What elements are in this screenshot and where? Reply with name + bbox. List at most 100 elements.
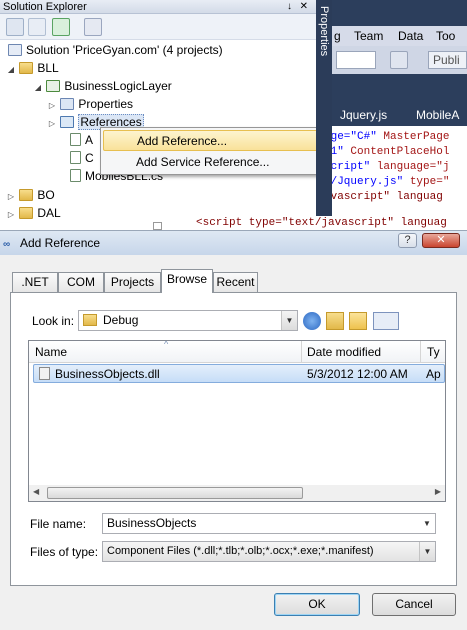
- tree-item-label: A: [85, 133, 94, 147]
- debug-icon[interactable]: [390, 51, 408, 69]
- cancel-button[interactable]: Cancel: [372, 593, 456, 616]
- tree-item-label: DAL: [37, 206, 61, 220]
- pin-icon[interactable]: ↓: [287, 0, 292, 14]
- code-view[interactable]: age="C#" MasterPage t1" ContentPlaceHol …: [332, 126, 467, 230]
- publish-button[interactable]: Publi: [428, 51, 467, 69]
- column-separator[interactable]: [301, 341, 302, 363]
- column-type[interactable]: Ty: [427, 345, 440, 359]
- file-name-label: File name:: [30, 517, 87, 531]
- look-in-combo[interactable]: Debug ▼: [78, 310, 298, 331]
- tree-item-file[interactable]: C: [70, 149, 94, 167]
- scroll-left-icon[interactable]: ◀: [33, 487, 39, 496]
- cs-file-icon: [70, 133, 81, 146]
- file-name-input[interactable]: BusinessObjects ▼: [102, 513, 436, 534]
- column-name[interactable]: Name: [35, 345, 67, 359]
- table-row[interactable]: BusinessObjects.dll 5/3/2012 12:00 AM Ap: [33, 364, 445, 383]
- refresh-icon[interactable]: [52, 18, 70, 36]
- file-name-cell: BusinessObjects.dll: [55, 367, 160, 381]
- tree-item-bll[interactable]: ◢ BLL: [6, 59, 59, 77]
- up-folder-icon[interactable]: [326, 312, 344, 330]
- code-line: t1" ContentPlaceHol: [332, 146, 450, 158]
- column-date-modified[interactable]: Date modified: [307, 345, 381, 359]
- properties-folder-icon: [60, 98, 75, 110]
- view-menu-icon[interactable]: [373, 312, 399, 330]
- tab-browse[interactable]: Browse: [161, 269, 213, 293]
- expand-icon[interactable]: ▷: [47, 115, 57, 133]
- horizontal-scrollbar[interactable]: ◀ ▶: [28, 485, 446, 502]
- dropdown-arrow-icon[interactable]: ▼: [419, 542, 435, 561]
- scroll-right-icon[interactable]: ▶: [435, 487, 441, 496]
- collapse-icon[interactable]: ◢: [33, 79, 43, 97]
- toolbar-combo[interactable]: [336, 51, 376, 69]
- file-type-cell: Ap: [426, 367, 441, 381]
- folder-icon: [19, 62, 34, 74]
- tab-recent[interactable]: Recent: [213, 272, 258, 292]
- references-icon: [60, 116, 75, 128]
- code-editor-area: g Team Data Too Publi Jquery.js MobileA …: [332, 0, 467, 230]
- code-line: age="C#" MasterPage: [332, 131, 450, 143]
- tree-item-bo[interactable]: ▷ BO: [6, 186, 55, 204]
- tab-com[interactable]: COM: [58, 272, 104, 292]
- sort-indicator-icon: ^: [164, 340, 169, 349]
- tree-item-properties[interactable]: ▷ Properties: [47, 95, 133, 113]
- tree-item-project[interactable]: ◢ BusinessLogicLayer: [33, 77, 172, 95]
- tree-item-label: BO: [37, 188, 55, 202]
- list-header: Name ^ Date modified Ty: [29, 340, 445, 363]
- dialog-titlebar: ∞ Add Reference ? ✕: [0, 231, 467, 255]
- document-tabs: Jquery.js MobileA: [332, 104, 467, 126]
- tab-mobile[interactable]: MobileA: [416, 108, 459, 122]
- column-separator[interactable]: [420, 341, 421, 363]
- cs-file-icon: [70, 169, 81, 182]
- tree-item-label: Properties: [78, 97, 134, 111]
- menu-item-add-service-reference[interactable]: Add Service Reference...: [103, 152, 319, 173]
- tree-item-solution[interactable]: Solution 'PriceGyan.com' (4 projects): [8, 41, 223, 59]
- look-in-label: Look in:: [32, 314, 75, 328]
- vs-logo-icon: ∞: [3, 239, 11, 250]
- class-diagram-icon[interactable]: [84, 18, 102, 36]
- look-in-value: Debug: [103, 313, 139, 327]
- file-list[interactable]: Name ^ Date modified Ty BusinessObjects.…: [28, 340, 446, 502]
- dialog-title: Add Reference: [20, 236, 101, 250]
- menu-item[interactable]: g: [334, 29, 341, 43]
- files-of-type-select[interactable]: Component Files (*.dll;*.tlb;*.olb;*.ocx…: [102, 541, 436, 562]
- menu-item-team[interactable]: Team: [354, 29, 383, 43]
- outline-toggle-icon[interactable]: [153, 222, 162, 230]
- dropdown-arrow-icon[interactable]: ▼: [281, 311, 297, 330]
- close-icon[interactable]: ✕: [300, 0, 308, 14]
- tab-jquery[interactable]: Jquery.js: [340, 108, 387, 122]
- expand-icon[interactable]: ▷: [6, 206, 16, 224]
- tree-item-label: BLL: [37, 61, 59, 75]
- menu-item-add-reference[interactable]: Add Reference...: [103, 130, 319, 151]
- solution-explorer-toolbar: [0, 14, 316, 40]
- solution-explorer-panel: Solution Explorer ↓ ✕ Solution 'PriceGya…: [0, 0, 316, 230]
- collapse-icon[interactable]: ◢: [6, 61, 16, 79]
- help-button[interactable]: ?: [398, 233, 417, 248]
- tree-item-file[interactable]: A: [70, 131, 93, 149]
- tab-projects[interactable]: Projects: [104, 272, 161, 292]
- dll-file-icon: [39, 367, 50, 380]
- dropdown-arrow-icon[interactable]: ▼: [419, 514, 435, 533]
- tree-item-dal[interactable]: ▷ DAL: [6, 204, 61, 222]
- properties-side-tab[interactable]: Properties: [316, 0, 332, 230]
- code-line: <script type="text/javascript" languag: [196, 216, 466, 230]
- new-folder-icon[interactable]: [349, 312, 367, 330]
- code-line: s/Jquery.js" type=": [332, 176, 450, 188]
- tree-item-label: C: [85, 151, 94, 165]
- menu-item-data[interactable]: Data: [398, 29, 423, 43]
- solution-explorer-titlebar: Solution Explorer ↓ ✕: [0, 0, 316, 14]
- code-line: <script type="text/javascript" languag: [332, 191, 443, 203]
- tab-dotnet[interactable]: .NET: [12, 272, 58, 292]
- back-icon[interactable]: [303, 312, 321, 330]
- properties-icon[interactable]: [6, 18, 24, 36]
- files-of-type-label: Files of type:: [30, 545, 99, 559]
- ok-button[interactable]: OK: [274, 593, 360, 616]
- scrollbar-thumb[interactable]: [47, 487, 303, 499]
- cs-file-icon: [70, 151, 81, 164]
- folder-icon: [83, 314, 97, 326]
- code-line: script" language="j: [332, 161, 450, 173]
- properties-tab-label: Properties: [318, 6, 330, 57]
- folder-icon: [19, 189, 34, 201]
- menu-item-tools[interactable]: Too: [436, 29, 455, 43]
- close-button[interactable]: ✕: [422, 233, 460, 248]
- show-all-files-icon[interactable]: [28, 18, 46, 36]
